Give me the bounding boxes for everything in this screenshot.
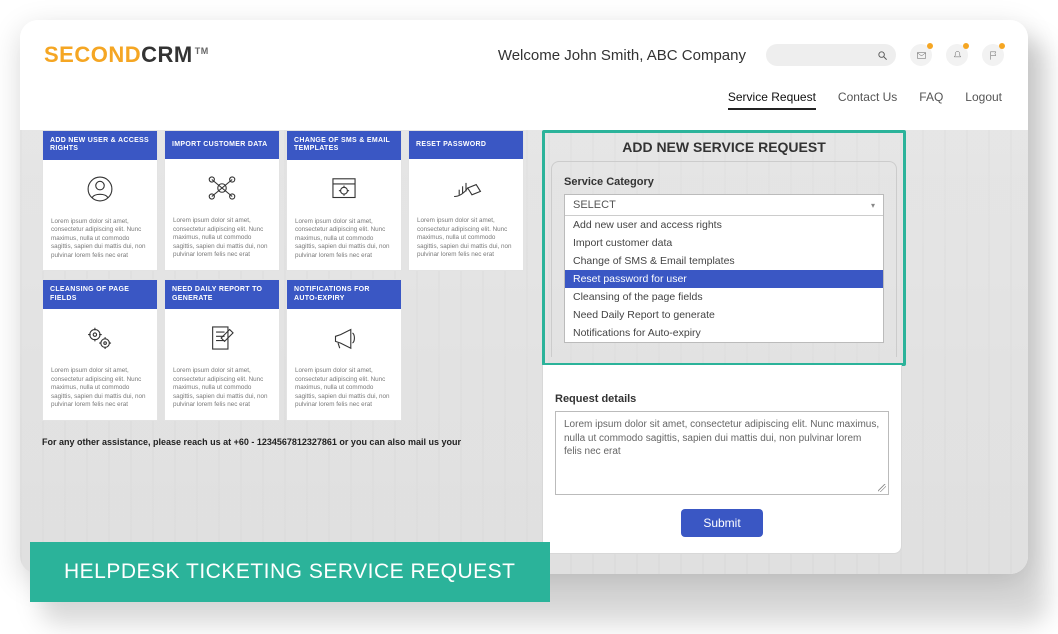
option-add-user[interactable]: Add new user and access rights: [565, 216, 883, 234]
resize-handle-icon[interactable]: [878, 484, 886, 492]
option-daily-report[interactable]: Need Daily Report to generate: [565, 306, 883, 324]
service-category-select[interactable]: SELECT ▾ Add new user and access rights …: [564, 194, 884, 343]
card-reset-password[interactable]: RESET PASSWORD Lorem ipsum dolor sit ame…: [408, 130, 524, 271]
page-banner: HELPDESK TICKETING SERVICE REQUEST: [30, 542, 550, 602]
details-label: Request details: [555, 393, 889, 405]
panel-title: ADD NEW SERVICE REQUEST: [551, 139, 897, 155]
service-cards-grid: ADD NEW USER & ACCESS RIGHTS Lorem ipsum…: [42, 130, 524, 554]
card-change-templates[interactable]: CHANGE OF SMS & EMAIL TEMPLATES Lorem ip…: [286, 130, 402, 271]
card-notifications[interactable]: NOTIFICATIONS FOR AUTO-EXPIRY Lorem ipsu…: [286, 279, 402, 420]
bell-icon[interactable]: [946, 44, 968, 66]
card-add-user[interactable]: ADD NEW USER & ACCESS RIGHTS Lorem ipsum…: [42, 130, 158, 271]
card-cleansing[interactable]: CLEANSING OF PAGE FIELDS Lorem ipsum dol…: [42, 279, 158, 420]
header-bar: SECONDCRMTM Welcome John Smith, ABC Comp…: [20, 20, 1028, 90]
card-desc: Lorem ipsum dolor sit amet, consectetur …: [287, 218, 401, 271]
card-title: NEED DAILY REPORT TO GENERATE: [165, 280, 279, 309]
card-title: NOTIFICATIONS FOR AUTO-EXPIRY: [287, 280, 401, 309]
nav-tabs: Service Request Contact Us FAQ Logout: [20, 90, 1028, 114]
card-desc: Lorem ipsum dolor sit amet, consectetur …: [165, 367, 279, 420]
card-title: RESET PASSWORD: [409, 131, 523, 159]
request-details-input[interactable]: Lorem ipsum dolor sit amet, consectetur …: [555, 411, 889, 495]
gears-icon: [43, 309, 157, 367]
tab-logout[interactable]: Logout: [965, 90, 1002, 110]
card-title: ADD NEW USER & ACCESS RIGHTS: [43, 131, 157, 160]
select-options: Add new user and access rights Import cu…: [565, 216, 883, 342]
assistance-note: For any other assistance, please reach u…: [42, 437, 524, 447]
card-title: CLEANSING OF PAGE FIELDS: [43, 280, 157, 309]
option-reset-password[interactable]: Reset password for user: [565, 270, 883, 288]
card-import-data[interactable]: IMPORT CUSTOMER DATA Lorem ipsum dolor s…: [164, 130, 280, 271]
highlight-box: ADD NEW SERVICE REQUEST Service Category…: [542, 130, 906, 366]
card-desc: Lorem ipsum dolor sit amet, consectetur …: [287, 367, 401, 420]
growth-icon: [409, 159, 523, 217]
megaphone-icon: [287, 309, 401, 367]
tab-contact-us[interactable]: Contact Us: [838, 90, 897, 110]
report-icon: [165, 309, 279, 367]
option-import-data[interactable]: Import customer data: [565, 234, 883, 252]
search-icon: [877, 50, 888, 61]
option-cleansing[interactable]: Cleansing of the page fields: [565, 288, 883, 306]
card-desc: Lorem ipsum dolor sit amet, consectetur …: [43, 218, 157, 271]
user-icon: [43, 160, 157, 218]
tab-faq[interactable]: FAQ: [919, 90, 943, 110]
logo: SECONDCRMTM: [44, 42, 209, 68]
card-daily-report[interactable]: NEED DAILY REPORT TO GENERATE Lorem ipsu…: [164, 279, 280, 420]
select-placeholder: SELECT: [573, 199, 616, 211]
card-desc: Lorem ipsum dolor sit amet, consectetur …: [409, 217, 523, 270]
card-title: IMPORT CUSTOMER DATA: [165, 131, 279, 159]
card-desc: Lorem ipsum dolor sit amet, consectetur …: [43, 367, 157, 420]
template-icon: [287, 160, 401, 218]
option-notifications[interactable]: Notifications for Auto-expiry: [565, 324, 883, 342]
card-desc: Lorem ipsum dolor sit amet, consectetur …: [165, 217, 279, 270]
flag-icon[interactable]: [982, 44, 1004, 66]
network-icon: [165, 159, 279, 217]
category-label: Service Category: [564, 176, 884, 188]
welcome-text: Welcome John Smith, ABC Company: [498, 47, 746, 64]
tab-service-request[interactable]: Service Request: [728, 90, 816, 110]
submit-button[interactable]: Submit: [681, 509, 762, 537]
search-input[interactable]: [766, 44, 896, 66]
card-title: CHANGE OF SMS & EMAIL TEMPLATES: [287, 131, 401, 160]
mail-icon[interactable]: [910, 44, 932, 66]
chevron-down-icon: ▾: [871, 201, 875, 210]
option-change-templates[interactable]: Change of SMS & Email templates: [565, 252, 883, 270]
